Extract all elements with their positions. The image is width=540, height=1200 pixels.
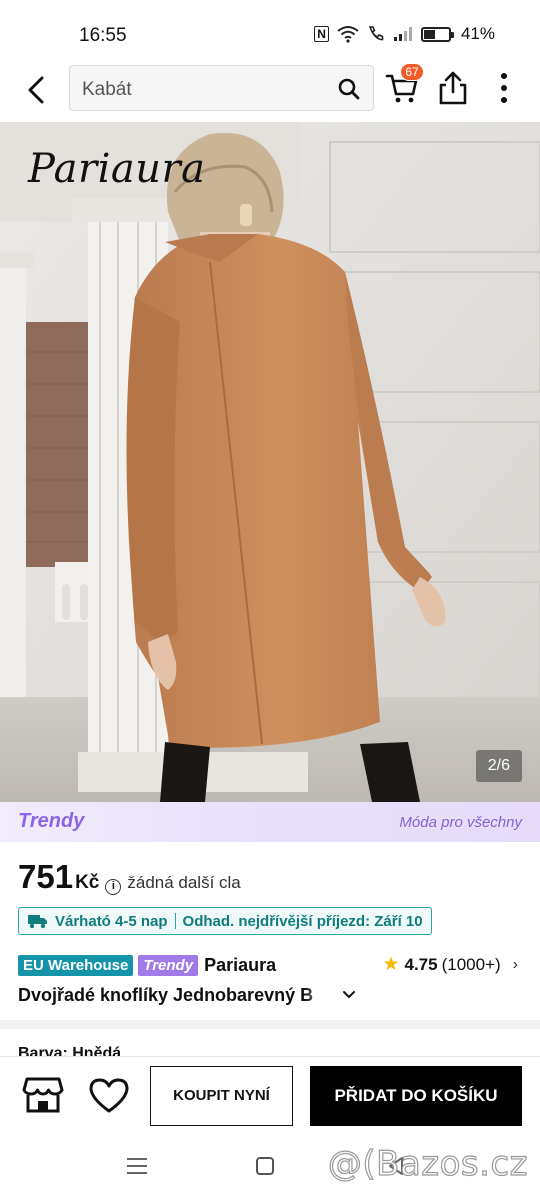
rating-score: 4.75 xyxy=(404,954,438,974)
section-divider xyxy=(0,1020,540,1029)
menu-icon[interactable] xyxy=(126,1156,148,1176)
info-icon[interactable]: i xyxy=(105,879,122,895)
price-value: 751 xyxy=(18,858,74,895)
heart-icon[interactable] xyxy=(88,1077,130,1115)
delivery-estimate[interactable]: Várható 4-5 nap Odhad. nejdřívější příje… xyxy=(18,907,432,935)
product-title: Dvojřadé knoflíky Jednobarevný B xyxy=(18,984,314,1005)
tags-row: EU Warehouse Trendy Pariaura xyxy=(18,953,276,977)
bazos-watermark: @(Bazos.cz xyxy=(327,1143,528,1184)
wifi-icon xyxy=(337,26,359,43)
battery-percent: 41% xyxy=(460,24,495,43)
store-icon[interactable] xyxy=(22,1075,64,1115)
battery-icon xyxy=(420,26,454,42)
delivery-earliest: Odhad. nejdřívější příjezd: Září 10 xyxy=(182,912,423,930)
eu-warehouse-badge: EU Warehouse xyxy=(18,954,134,976)
trendy-badge: Trendy xyxy=(138,954,199,976)
truck-icon xyxy=(28,915,47,929)
system-nav-bar: @(Bazos.cz xyxy=(0,1136,540,1200)
chevron-right-icon: › xyxy=(512,955,518,973)
product-title-row[interactable]: Dvojřadé knoflíky Jednobarevný B xyxy=(18,983,363,1007)
chevron-down-icon[interactable] xyxy=(342,990,356,1000)
search-query-text: Kabát xyxy=(82,79,132,100)
trendy-logo: Trendy xyxy=(18,810,85,832)
brand-logo: Pariaura xyxy=(28,146,206,192)
product-image-carousel[interactable]: Pariaura 2/6 xyxy=(0,122,540,802)
image-counter: 2/6 xyxy=(475,750,522,782)
price-currency: Kč xyxy=(75,872,100,893)
search-input[interactable]: Kabát xyxy=(69,65,374,111)
delivery-range: Várható 4-5 nap xyxy=(55,912,168,930)
add-to-cart-button[interactable]: PŘIDAT DO KOŠÍKU xyxy=(310,1066,522,1126)
bottom-action-bar: KOUPIT NYNÍ PŘIDAT DO KOŠÍKU xyxy=(0,1056,540,1136)
back-button[interactable] xyxy=(18,72,54,108)
status-time: 16:55 xyxy=(79,25,127,46)
buy-now-button[interactable]: KOUPIT NYNÍ xyxy=(150,1066,293,1126)
signal-icon xyxy=(393,27,412,41)
more-vertical-icon[interactable] xyxy=(490,70,518,106)
price-row: 751 Kč i žádná další cla xyxy=(18,858,241,898)
star-icon: ★ xyxy=(382,954,400,975)
rating-count: (1000+) xyxy=(441,954,501,974)
cart-count-badge: 67 xyxy=(400,63,424,81)
product-photo xyxy=(0,122,540,802)
nfc-icon: N xyxy=(314,26,329,42)
trendy-banner[interactable]: Trendy Móda pro všechny xyxy=(0,802,540,842)
trendy-tagline: Móda pro všechny xyxy=(399,814,522,831)
rating-summary[interactable]: ★ 4.75 (1000+) › xyxy=(382,953,518,976)
duty-note: žádná další cla xyxy=(127,873,241,892)
top-bar: Kabát 67 xyxy=(0,60,540,122)
color-label: Barva: Hnědá xyxy=(18,1045,122,1057)
delivery-separator xyxy=(174,913,176,929)
status-icons: N 41% xyxy=(314,24,495,44)
wifi-call-icon xyxy=(368,26,384,41)
home-icon[interactable] xyxy=(256,1157,274,1175)
share-icon[interactable] xyxy=(436,70,470,106)
status-bar: 16:55 N 41% xyxy=(0,0,540,60)
search-icon[interactable] xyxy=(337,77,361,101)
brand-name[interactable]: Pariaura xyxy=(204,955,276,976)
back-arrow-icon xyxy=(28,76,44,104)
